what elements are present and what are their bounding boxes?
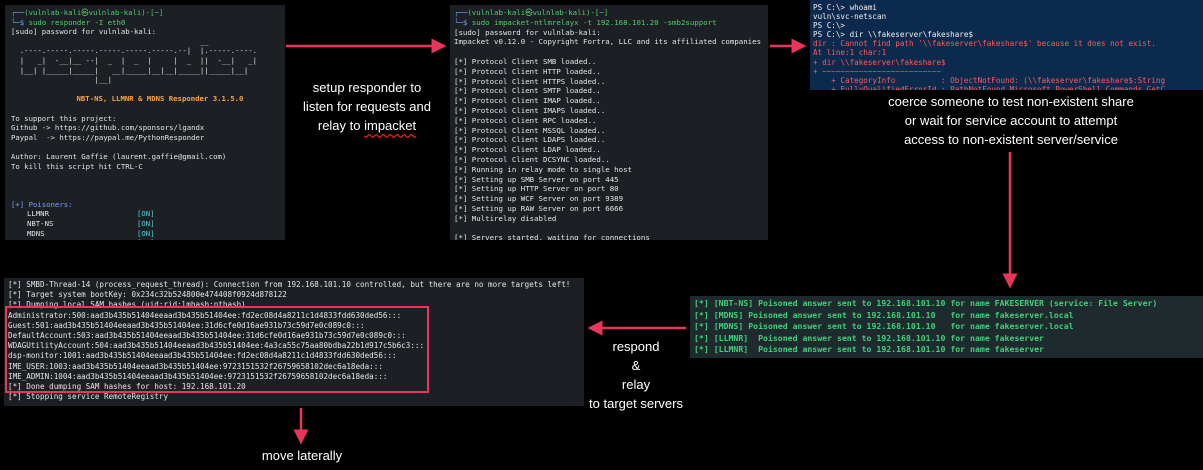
- caption-coerce: coerce someone to test non-existent shar…: [888, 94, 1134, 147]
- caption-move-laterally: move laterally: [261, 448, 343, 463]
- caption-setup-responder: setup responder to listen for requests a…: [303, 80, 431, 133]
- caption-respond-relay: respond & relay to target servers: [589, 339, 683, 411]
